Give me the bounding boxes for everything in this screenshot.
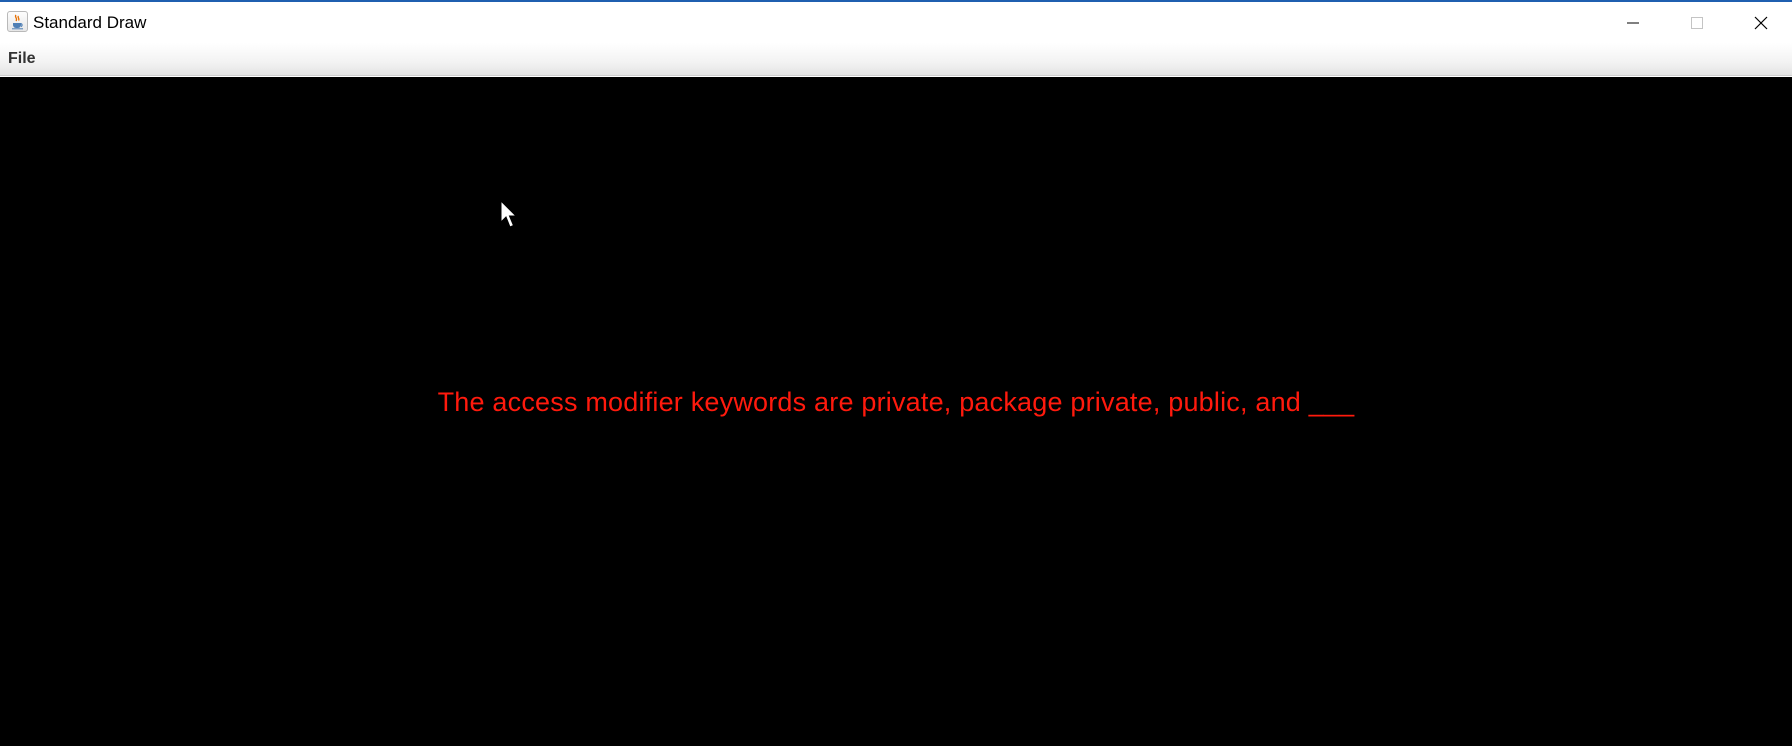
- minimize-icon: [1627, 22, 1639, 23]
- maximize-icon: [1691, 16, 1703, 29]
- standard-draw-window: Standard Draw File The access modifier k…: [0, 0, 1792, 746]
- java-cup-icon[interactable]: [7, 11, 28, 32]
- close-icon: [1754, 16, 1768, 29]
- menu-file[interactable]: File: [8, 50, 36, 68]
- menu-bar: File: [0, 43, 1792, 76]
- drawing-canvas[interactable]: The access modifier keywords are private…: [0, 77, 1792, 746]
- mouse-pointer-icon: [500, 200, 518, 228]
- maximize-button[interactable]: [1665, 2, 1729, 43]
- minimize-button[interactable]: [1601, 2, 1665, 43]
- title-bar[interactable]: Standard Draw: [0, 2, 1792, 43]
- close-button[interactable]: [1729, 2, 1792, 43]
- window-title: Standard Draw: [33, 13, 147, 32]
- canvas-question-text: The access modifier keywords are private…: [437, 387, 1355, 417]
